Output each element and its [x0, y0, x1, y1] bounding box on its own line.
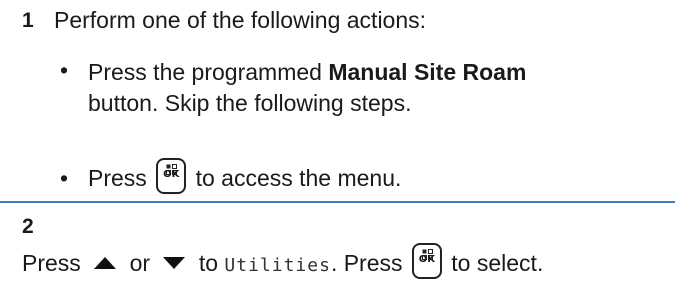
list-item: Press the programmed Manual Site Roam bu… [88, 57, 526, 119]
step-divider [0, 201, 675, 203]
ok-key-label: OK [418, 254, 436, 265]
down-arrow-icon [163, 257, 186, 269]
ok-key-label: OK [163, 169, 180, 180]
bullet-symbol: • [60, 57, 69, 83]
menu-ok-key-icon: OK [411, 243, 442, 279]
to-text: to [198, 250, 218, 276]
press-text-2: . Press [330, 250, 403, 276]
step-number: 2 [22, 215, 34, 238]
up-arrow-icon [94, 257, 117, 269]
press-text: Press [22, 250, 81, 276]
utilities-menu-item: Utilities [224, 255, 331, 276]
step-intro: Perform one of the following actions: [54, 7, 427, 33]
bullet-prefix: Press [88, 165, 147, 191]
or-text: or [129, 250, 151, 276]
manual-site-roam-label: Manual Site Roam [328, 59, 527, 85]
bullet-suffix: to access the menu. [195, 165, 402, 191]
menu-ok-key-icon: OK [156, 158, 187, 194]
list-item: Press OK to access the menu. [88, 158, 401, 194]
bullet-prefix: Press the programmed [88, 59, 329, 85]
bullet-line-2: button. Skip the following steps. [88, 90, 412, 116]
step-number: 1 [22, 9, 34, 32]
bullet-symbol: • [60, 165, 69, 191]
step-2-text: Press or to Utilities. Press OK to selec… [22, 243, 543, 281]
select-text: to select. [451, 250, 544, 276]
